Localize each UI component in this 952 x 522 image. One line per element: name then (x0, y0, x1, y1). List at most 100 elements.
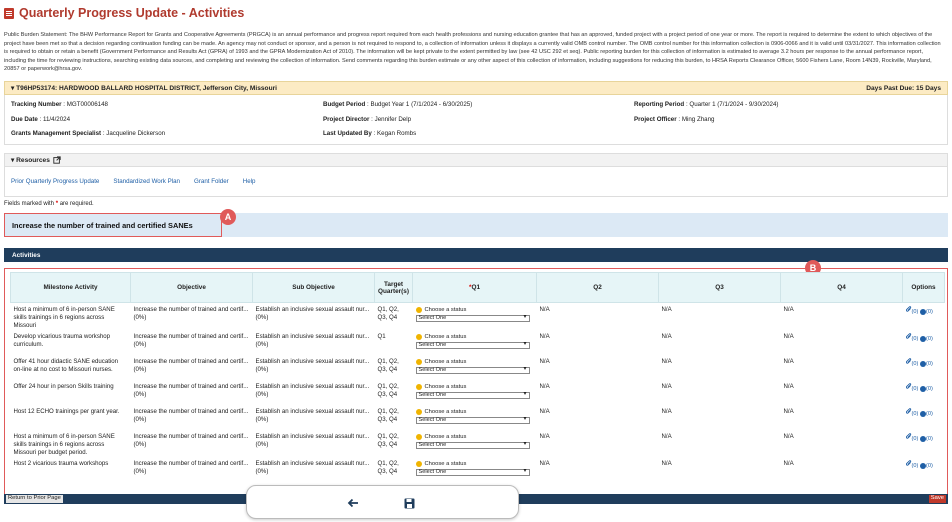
q3-cell: N/A (661, 460, 672, 467)
q2-cell: N/A (539, 306, 550, 313)
grant-info-panel: Tracking Number : MGT00006148 Due Date :… (4, 95, 948, 145)
page-title: Quarterly Progress Update - Activities (19, 6, 245, 20)
milestone-cell: Host 12 ECHO trainings per grant year. (13, 408, 120, 415)
target-quarters-cell: Q1, Q2, Q3, Q4 (377, 433, 399, 448)
col-sub-objective[interactable]: Sub Objective (252, 272, 375, 303)
q4-cell: N/A (783, 358, 794, 365)
col-milestone-activity[interactable]: Milestone Activity (10, 272, 131, 303)
status-prompt: Choose a status (415, 333, 534, 341)
q1-status-cell: Choose a status Select One (413, 355, 537, 380)
q4-cell: N/A (783, 460, 794, 467)
target-quarters-cell: Q1, Q2, Q3, Q4 (377, 408, 399, 423)
sub-objective-cell: Establish an inclusive sexual assault nu… (255, 333, 370, 348)
link-standardized-work-plan[interactable]: Standardized Work Plan (113, 178, 180, 185)
sub-objective-cell: Establish an inclusive sexual assault nu… (255, 383, 370, 398)
sub-objective-cell: Establish an inclusive sexual assault nu… (255, 358, 370, 373)
objective-cell: Increase the number of trained and certi… (133, 460, 249, 475)
options-cell: (0) (0) (903, 430, 945, 457)
grantee-header[interactable]: ▾ T96HP53174: HARDWOOD BALLARD HOSPITAL … (4, 81, 948, 95)
comment-link[interactable]: (0) (920, 360, 933, 367)
col-q3[interactable]: Q3 (658, 272, 781, 303)
q2-cell: N/A (539, 383, 550, 390)
attachment-link[interactable]: (0) (905, 383, 918, 392)
link-help[interactable]: Help (243, 178, 256, 185)
target-quarters-cell: Q1, Q2, Q3, Q4 (377, 306, 399, 321)
comment-link[interactable]: (0) (920, 435, 933, 442)
sub-objective-cell: Establish an inclusive sexual assault nu… (255, 460, 370, 475)
objective-cell: Increase the number of trained and certi… (133, 408, 249, 423)
q3-cell: N/A (661, 306, 672, 313)
floppy-disk-icon[interactable] (401, 495, 417, 511)
objective-cell: Increase the number of trained and certi… (133, 383, 249, 398)
q1-status-select[interactable]: Select One (415, 469, 530, 476)
required-star-icon: * (55, 201, 59, 207)
options-cell: (0) (0) (903, 405, 945, 430)
milestone-cell: Offer 24 hour in person Skills training (13, 383, 114, 390)
burden-statement: Public Burden Statement: The BHW Perform… (4, 32, 941, 73)
q1-status-select[interactable]: Select One (415, 392, 530, 399)
reporting-period: Reporting Period : Quarter 1 (7/1/2024 -… (634, 101, 779, 108)
grantee-title: ▾ T96HP53174: HARDWOOD BALLARD HOSPITAL … (11, 85, 277, 92)
comment-link[interactable]: (0) (920, 410, 933, 417)
col-q1[interactable]: *Q1 (412, 272, 537, 303)
q2-cell: N/A (539, 433, 550, 440)
table-row: Offer 41 hour didactic SANE education on… (11, 355, 945, 380)
q2-cell: N/A (539, 358, 550, 365)
external-link-icon[interactable] (53, 156, 61, 164)
warning-icon (415, 359, 422, 365)
attachment-link[interactable]: (0) (905, 460, 918, 469)
col-q4[interactable]: Q4 (780, 272, 903, 303)
floating-action-bar (246, 485, 519, 519)
q4-cell: N/A (783, 306, 794, 313)
options-cell: (0) (0) (903, 457, 945, 482)
report-icon (4, 7, 14, 19)
target-quarters-cell: Q1 (377, 333, 386, 340)
save-button-footer[interactable]: Save (928, 495, 946, 503)
comment-link[interactable]: (0) (920, 462, 933, 469)
table-row: Host a minimum of 6 in-person SANE skill… (11, 430, 945, 457)
attachment-link[interactable]: (0) (905, 358, 918, 367)
return-to-prior-page-button[interactable]: Return to Prior Page (6, 495, 63, 503)
sub-objective-cell: Establish an inclusive sexual assault nu… (255, 306, 370, 321)
objective-cell: Increase the number of trained and certi… (133, 306, 249, 321)
col-q2[interactable]: Q2 (536, 272, 659, 303)
comment-link[interactable]: (0) (920, 308, 933, 315)
warning-icon (415, 334, 422, 340)
status-prompt: Choose a status (415, 306, 534, 314)
status-prompt: Choose a status (415, 358, 534, 366)
q2-cell: N/A (539, 408, 550, 415)
activities-header: Activities (4, 248, 948, 262)
attachment-link[interactable]: (0) (905, 408, 918, 417)
attachment-link[interactable]: (0) (905, 306, 918, 315)
status-prompt: Choose a status (415, 408, 534, 416)
comment-link[interactable]: (0) (920, 385, 933, 392)
q1-status-cell: Choose a status Select One (413, 405, 537, 430)
q1-status-select[interactable]: Select One (415, 315, 530, 322)
activities-table: Milestone Activity Objective Sub Objecti… (10, 272, 945, 482)
options-cell: (0) (0) (903, 303, 945, 331)
due-date: Due Date : 11/4/2024 (11, 116, 71, 123)
arrow-left-icon[interactable] (345, 495, 361, 511)
link-prior-quarterly-progress-update[interactable]: Prior Quarterly Progress Update (11, 178, 99, 185)
attachment-link[interactable]: (0) (905, 333, 918, 342)
col-objective[interactable]: Objective (130, 272, 253, 303)
q4-cell: N/A (783, 408, 794, 415)
q1-status-select[interactable]: Select One (415, 342, 530, 349)
q1-status-select[interactable]: Select One (415, 417, 530, 424)
milestone-cell: Offer 41 hour didactic SANE education on… (13, 358, 119, 373)
q1-status-cell: Choose a status Select One (413, 457, 537, 482)
q3-cell: N/A (661, 408, 672, 415)
col-target-quarters[interactable]: Target Quarter(s) (374, 272, 413, 303)
q1-status-select[interactable]: Select One (415, 367, 530, 374)
options-cell: (0) (0) (903, 380, 945, 405)
resources-header[interactable]: ▾ Resources (4, 153, 948, 167)
link-grant-folder[interactable]: Grant Folder (194, 178, 229, 185)
q3-cell: N/A (661, 433, 672, 440)
q1-status-select[interactable]: Select One (415, 442, 530, 449)
milestone-cell: Host 2 vicarious trauma workshops (13, 460, 109, 467)
attachment-link[interactable]: (0) (905, 433, 918, 442)
comment-link[interactable]: (0) (920, 335, 933, 342)
resources-links: Prior Quarterly Progress Update Standard… (4, 167, 948, 197)
q1-status-cell: Choose a status Select One (413, 380, 537, 405)
objective-cell: Increase the number of trained and certi… (133, 433, 249, 448)
